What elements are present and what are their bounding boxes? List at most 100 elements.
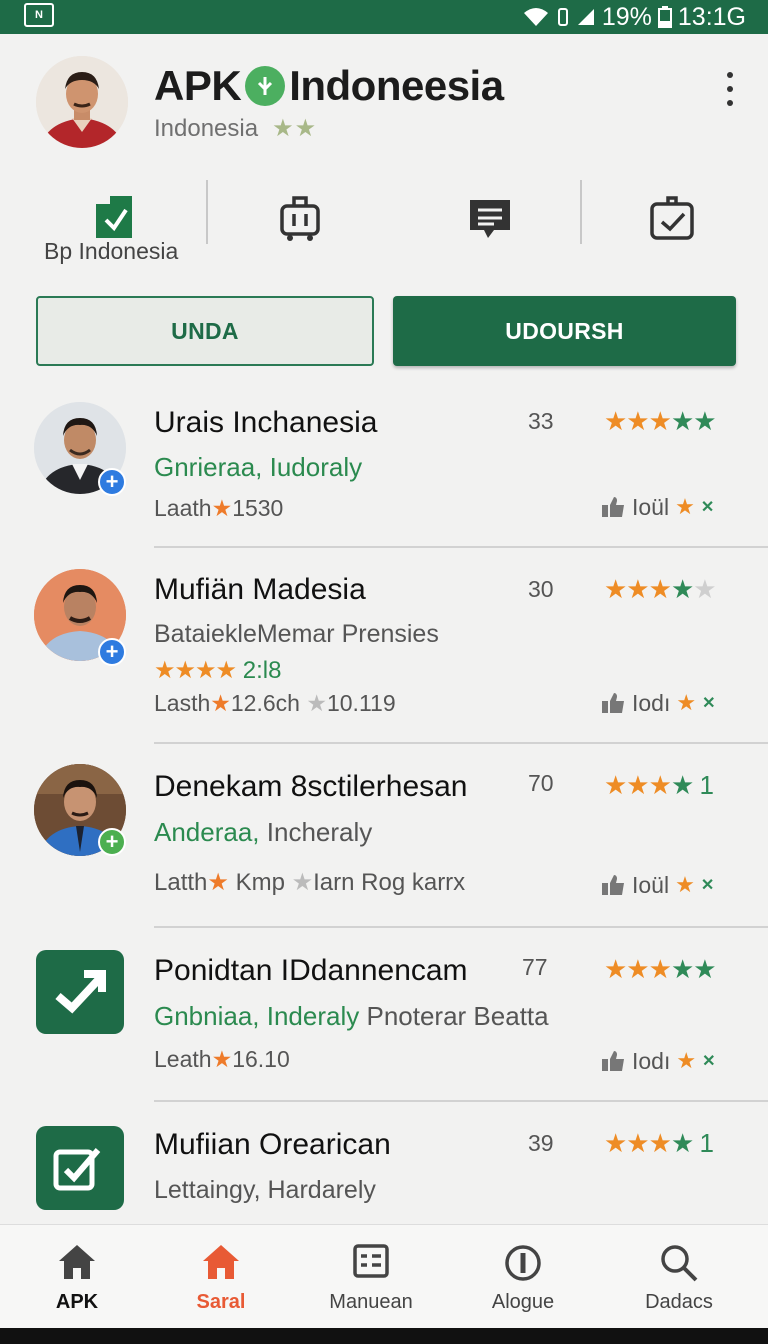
item-title: Denekam 8sctilerhesan (154, 770, 468, 803)
star-icon: ★ (210, 690, 231, 716)
list-item[interactable]: Mufiian Orearican Lettaingy, Hardarely 3… (0, 1120, 768, 1224)
message-icon (470, 200, 510, 238)
wifi-icon (523, 8, 548, 26)
quick-actions-bar: Bp Indonesia (0, 170, 768, 270)
item-title: Ponidtan IDdannencam (154, 954, 468, 987)
rating-stars: ★★★★ (154, 657, 237, 684)
search-icon (661, 1245, 698, 1282)
star-icon: ★ (211, 1046, 233, 1072)
add-contact-icon[interactable]: + (98, 468, 126, 496)
item-meta: Leath★16.10 (154, 1046, 290, 1072)
nav-label: APK (55, 1291, 99, 1313)
item-actions[interactable]: Iodı ★ ✕ (600, 1046, 716, 1076)
subtitle-text: Indonesia (154, 114, 259, 142)
rating-stars: ★★★★★ (604, 954, 717, 984)
app-title-right: Indoneesia (289, 62, 504, 109)
list-item[interactable]: Ponidtan IDdannencam Gnbniaa, Inderaly P… (0, 946, 768, 1100)
thumbs-up-icon (602, 693, 624, 713)
item-title: Mufiän Madesia (154, 573, 366, 606)
folder-check-icon (96, 196, 132, 238)
rating-stars: ★★★★★ (604, 406, 717, 436)
divider (154, 742, 768, 744)
star-icon: ★ (291, 869, 314, 896)
udoursh-button[interactable]: UDOURSH (393, 296, 736, 366)
nav-label: Saral (196, 1291, 246, 1313)
add-contact-icon[interactable]: + (98, 638, 126, 666)
home-icon (59, 1245, 95, 1279)
star-icon: ★ (676, 1048, 697, 1073)
close-small-icon: ✕ (700, 499, 715, 516)
rating-stars: ★★★★ 1 (604, 1128, 714, 1158)
close-small-icon: ✕ (702, 695, 716, 712)
quick-action-label: Bp Indonesia (44, 238, 179, 264)
item-subtitle: Lettaingy, Hardarely (154, 1176, 376, 1204)
unda-button[interactable]: UNDA (36, 296, 374, 366)
app-header: APK Indoneesia Indonesia ★★ (0, 34, 768, 160)
item-title: Urais Inchanesia (154, 406, 378, 439)
overflow-menu-icon[interactable] (722, 72, 738, 106)
star-icon: ★ (207, 869, 229, 896)
status-bar: N 19% 13:1G (0, 0, 768, 34)
quick-action-suitcase[interactable] (240, 180, 360, 260)
rating-value: 2:l8 (242, 657, 282, 684)
item-actions[interactable]: Ioül ★ ✕ (600, 492, 714, 522)
thumbs-up-icon (602, 497, 624, 517)
clock: 13:1G (677, 2, 746, 31)
nav-dadacs[interactable]: Dadacs (604, 1225, 754, 1329)
item-title: Mufiian Orearican (154, 1128, 391, 1161)
notification-icon: N (24, 3, 54, 27)
item-meta: Lasth★12.6ch ★10.119 (154, 690, 396, 716)
add-contact-icon[interactable]: + (98, 828, 126, 856)
item-subtitle: Gnbniaa, Inderaly Pnoterar Beatta (154, 1001, 549, 1031)
star-icon: ★ (211, 495, 233, 521)
app-title: APK Indoneesia (154, 62, 504, 110)
star-icon: ★ (675, 872, 695, 897)
info-circle-icon (505, 1245, 541, 1281)
divider (154, 926, 768, 928)
nav-saral[interactable]: Saral (146, 1225, 296, 1329)
nav-label: Manuean (329, 1291, 413, 1313)
item-subtitle: Gnrieraa, Iudoraly (154, 452, 363, 482)
list-card-icon (353, 1244, 389, 1278)
item-meta: Laath★1530 (154, 495, 284, 521)
item-actions[interactable]: Iodı ★ ✕ (600, 688, 716, 718)
nav-apk[interactable]: APK (2, 1225, 152, 1329)
list-item[interactable]: + Mufiän Madesia BataiekleMemar Prensies… (0, 566, 768, 742)
app-icon (36, 950, 124, 1034)
item-actions[interactable]: Ioül ★ ✕ (600, 870, 714, 900)
star-icon: ★ (675, 494, 695, 519)
quick-action-messages[interactable] (430, 180, 550, 260)
signal-icon (577, 9, 594, 25)
close-small-icon: ✕ (700, 877, 715, 894)
item-count: 77 (522, 954, 548, 980)
luggage-icon (280, 196, 320, 241)
nav-label: Alogue (491, 1291, 555, 1313)
rating-stars: ★★★★ 1 (604, 770, 714, 800)
item-count: 39 (528, 1130, 554, 1156)
arrow-check-icon (55, 970, 106, 1014)
clipboard-check-icon (650, 196, 694, 240)
item-count: 30 (528, 576, 554, 602)
close-small-icon: ✕ (702, 1053, 716, 1070)
item-meta: Latth★ Kmp ★Iarn Rog karrx (154, 869, 466, 896)
list-item[interactable]: + Denekam 8sctilerhesan Anderaa, Inchera… (0, 762, 768, 926)
item-subtitle: BataiekleMemar Prensies (154, 620, 439, 648)
item-subtitle: Anderaa, Incheraly (154, 817, 373, 847)
bottom-navigation: APK Saral Manuean Alogue Dadacs (0, 1224, 768, 1328)
item-count: 33 (528, 408, 554, 434)
nav-alogue[interactable]: Alogue (448, 1225, 598, 1329)
profile-avatar[interactable] (36, 56, 128, 148)
app-title-left: APK (154, 62, 242, 109)
thumbs-up-icon (602, 1051, 624, 1071)
list-item[interactable]: + Urais Inchanesia Gnrieraa, Iudoraly La… (0, 400, 768, 546)
app-subtitle: Indonesia ★★ (154, 114, 317, 143)
star-icon: ★ (676, 690, 697, 715)
rating-stars: ★★★★★ (604, 574, 717, 604)
nav-label: Dadacs (645, 1291, 713, 1313)
nav-manuean[interactable]: Manuean (296, 1225, 446, 1329)
item-rating-row: ★★★★ 2:l8 (154, 656, 281, 685)
app-icon (36, 1126, 124, 1210)
quick-action-tasks[interactable] (612, 180, 732, 260)
star-icon: ★ (306, 690, 327, 716)
system-nav-bar (0, 1328, 768, 1344)
